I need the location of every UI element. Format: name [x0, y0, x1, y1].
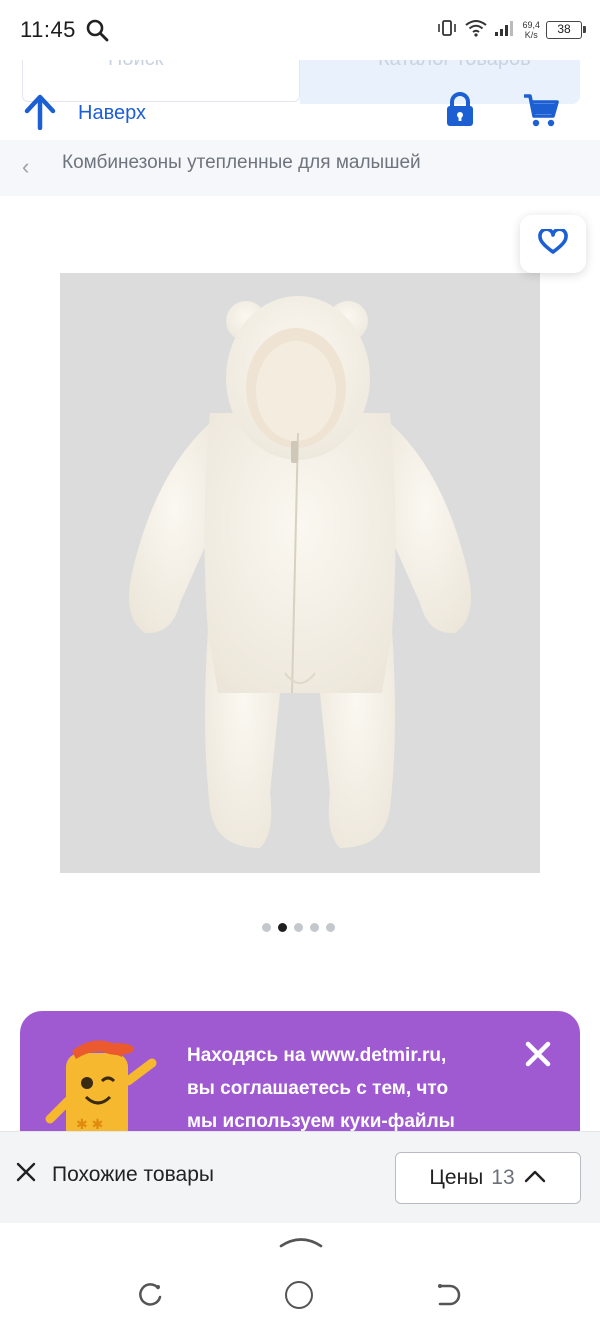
gallery-dot[interactable]	[310, 923, 319, 932]
heart-icon	[538, 226, 568, 260]
recent-apps-icon[interactable]	[136, 1281, 164, 1314]
similar-products-label: Похожие товары	[52, 1162, 214, 1186]
gallery-dot[interactable]	[294, 923, 303, 932]
net-speed: 69,4 K/s	[522, 20, 540, 40]
snowsuit-illustration	[128, 296, 472, 848]
scroll-up-button[interactable]: Наверх	[22, 92, 146, 135]
chevron-up-icon	[523, 1168, 547, 1189]
prices-count: 13	[491, 1166, 515, 1189]
home-icon[interactable]	[285, 1281, 313, 1309]
close-icon[interactable]	[523, 1039, 553, 1069]
gallery-dot[interactable]	[262, 923, 271, 932]
favorite-button[interactable]	[520, 215, 586, 273]
cart-icon[interactable]	[522, 92, 560, 133]
system-nav-bar	[0, 1223, 600, 1337]
similar-products-button[interactable]: Похожие товары	[14, 1160, 214, 1189]
battery-icon: 38	[546, 21, 586, 39]
cookie-line-1: Находясь на www.detmir.ru,	[187, 1045, 447, 1066]
close-icon	[14, 1160, 38, 1189]
signal-icon	[494, 19, 516, 42]
gallery-pagination[interactable]	[262, 923, 335, 932]
sticky-top-bar: Наверх	[0, 80, 600, 140]
drawer-handle-icon[interactable]	[278, 1233, 324, 1254]
net-speed-unit: K/s	[524, 30, 538, 40]
product-image[interactable]	[60, 273, 540, 873]
lock-icon[interactable]	[444, 92, 476, 133]
gallery-dot-active[interactable]	[278, 923, 287, 932]
cookie-banner: ✱ ✱ Находясь на www.detmir.ru, вы соглаш…	[20, 1011, 580, 1141]
prices-label: Цены	[429, 1166, 484, 1189]
cookie-message: Находясь на www.detmir.ru, вы соглашаете…	[187, 1039, 497, 1138]
prices-button[interactable]: Цены 13	[395, 1152, 581, 1204]
status-bar: 11:45 69,4 K/s 38	[0, 0, 600, 60]
mascot-icon: ✱ ✱	[42, 1031, 172, 1141]
search-icon	[85, 18, 109, 47]
vibrate-icon	[436, 19, 458, 42]
arrow-up-icon	[22, 92, 58, 135]
status-indicators: 69,4 K/s 38	[436, 16, 586, 44]
status-time: 11:45	[20, 17, 76, 42]
cookie-line-2: вы соглашаетесь с тем, что	[187, 1078, 449, 1099]
svg-text:✱ ✱: ✱ ✱	[76, 1116, 103, 1132]
scroll-up-label: Наверх	[78, 102, 146, 124]
chevron-left-icon: ‹	[22, 154, 30, 179]
wifi-icon	[464, 19, 488, 42]
back-icon[interactable]	[434, 1281, 462, 1314]
bottom-action-panel: Похожие товары Цены 13	[0, 1131, 600, 1223]
gallery-dot[interactable]	[326, 923, 335, 932]
breadcrumb[interactable]: ‹ Комбинезоны утепленные для малышей	[0, 140, 600, 196]
net-speed-value: 69,4	[522, 20, 540, 30]
breadcrumb-category: Комбинезоны утепленные для малышей	[62, 152, 421, 173]
